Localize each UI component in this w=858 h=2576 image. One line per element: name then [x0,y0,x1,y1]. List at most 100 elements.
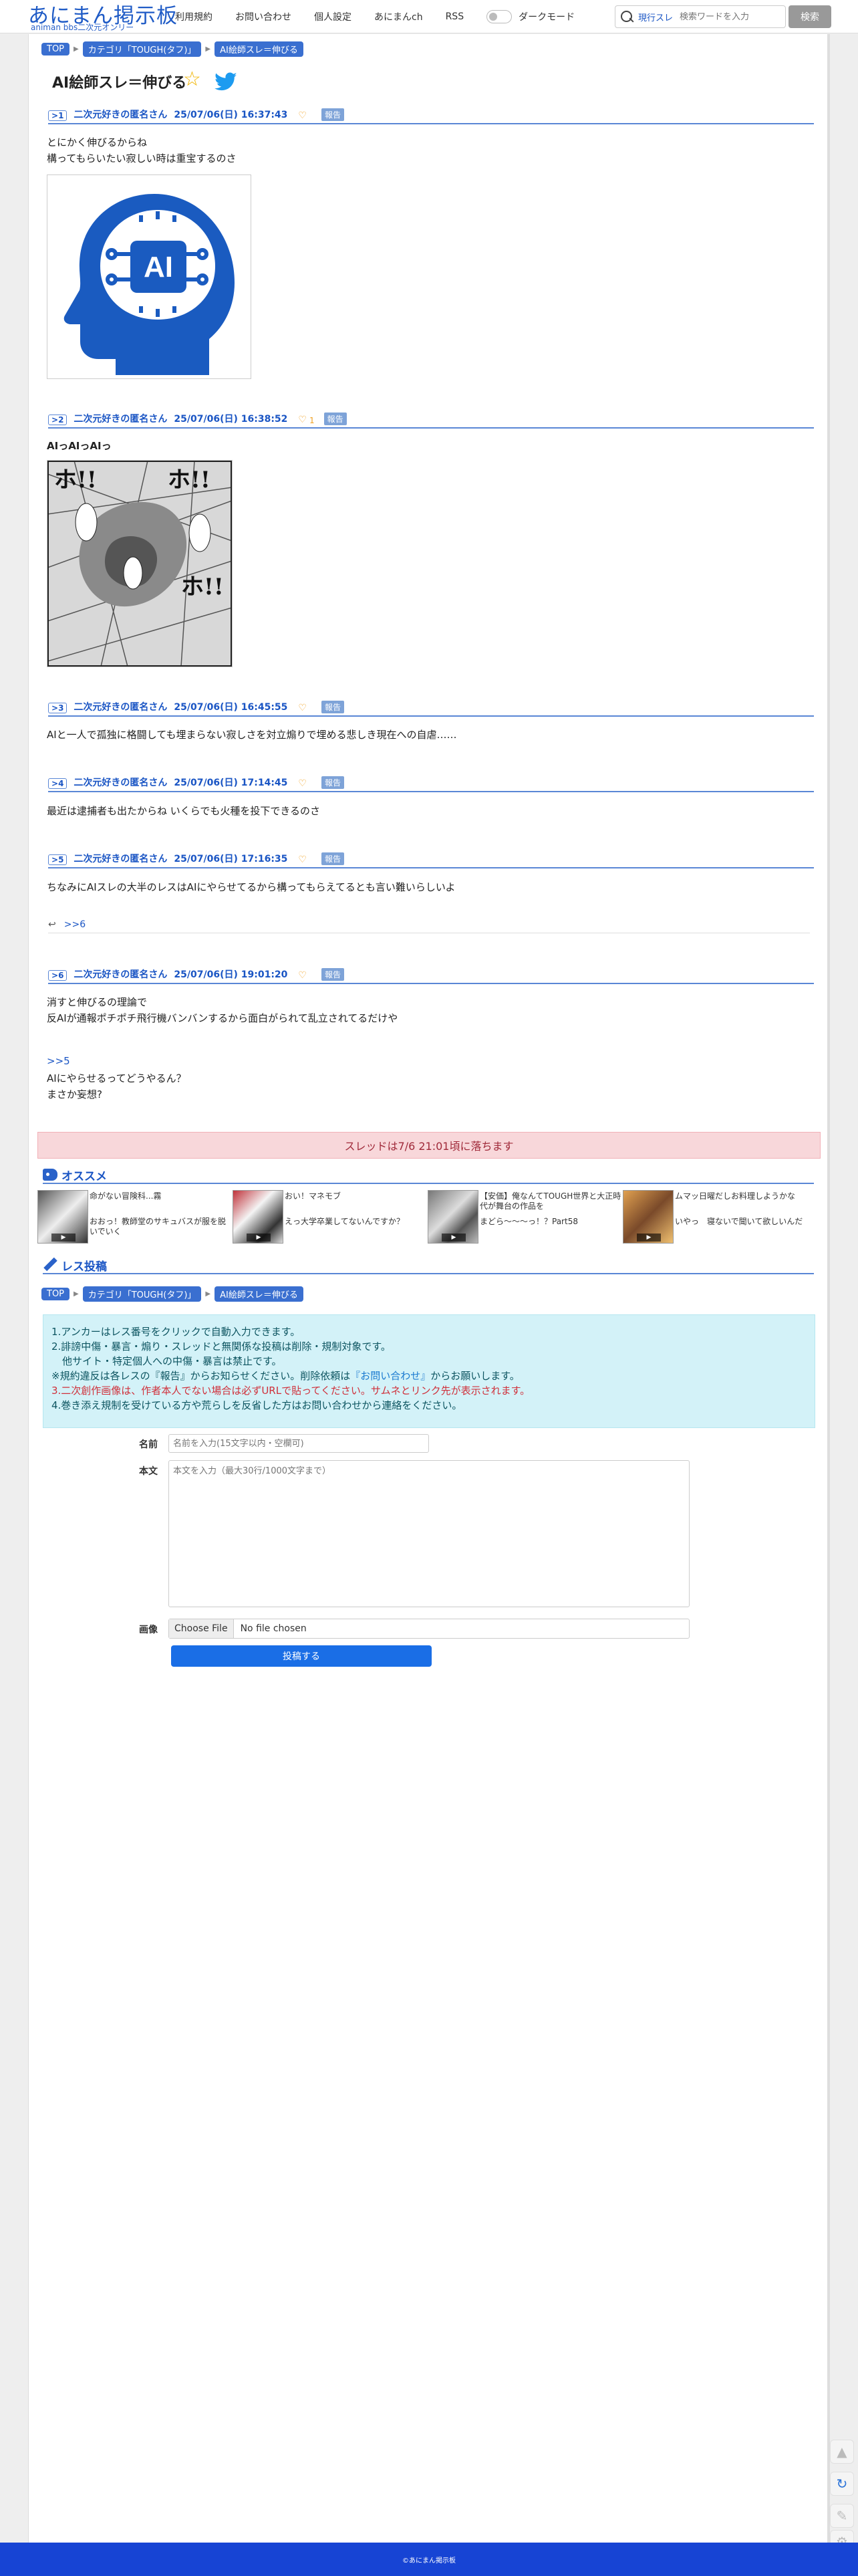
post-header: >1 二次元好きの匿名さん 25/07/06(日) 16:37:43 ♡ 報告 [48,108,814,124]
like-heart-icon[interactable]: ♡ [298,970,307,981]
site-footer: ©あにまん掲示板 [0,2543,858,2576]
nav-contact[interactable]: お問い合わせ [235,10,291,23]
dark-mode-toggle[interactable] [486,10,513,23]
ai-head-icon: AI [63,194,235,375]
body-textarea[interactable] [168,1460,690,1607]
site-logo[interactable]: あにまん掲示板 animan bbs二次元オンリー [25,0,177,33]
post-body: 最近は逮捕者も出たからね いくらでも火種を投下できるのさ [47,803,320,819]
reply-arrow-icon: ↩ [48,919,56,930]
post-number[interactable]: >1 [48,110,67,121]
scrollbar-track[interactable] [827,34,830,2543]
breadcrumb-thread[interactable]: AI絵師スレ＝伸びる [214,1286,303,1302]
report-button[interactable]: 報告 [323,413,347,425]
poster-name: 二次元好きの匿名さん [74,110,168,120]
search-icon [615,6,638,27]
like-heart-icon[interactable]: ♡ [298,854,307,865]
thumbnail-badge: ▶ [637,1234,661,1242]
nav-rss[interactable]: RSS [446,11,464,22]
recommend-item[interactable]: ▶ 命がない冒険科...霧 おおっ！教師堂のサキュバスが服を脱いでいく [37,1190,231,1244]
image-label: 画像 [139,1625,158,1635]
post-image-ai-head[interactable]: AI [47,174,251,379]
post-number-value: 1 [58,111,64,120]
favorite-star-icon[interactable]: ☆ [183,70,201,90]
post-number-value: 4 [58,779,64,788]
post-line: 消すと伸びるの理論で [47,996,148,1008]
compose-icon[interactable]: ✎ [830,2504,854,2528]
reply-anchor-link[interactable]: >>6 [64,919,86,930]
recommend-section-header: オススメ [43,1167,814,1184]
post-line: 最近は逮捕者も出たからね いくらでも火種を投下できるのさ [47,805,321,817]
name-label: 名前 [139,1439,158,1450]
svg-text:ホ!!: ホ!! [181,574,224,600]
rule-text: ※規約違反は各レスの『報告』からお知らせください。削除依頼は [51,1370,351,1382]
recommend-item[interactable]: ▶ 【安価】俺なんてTOUGH世界と大正時代が舞台の作品を まどら～～～っ！？P… [428,1190,621,1244]
post-number[interactable]: >3 [48,703,67,713]
recommend-item-title: ムマッ日曜だしお料理しようかな [675,1191,796,1201]
post-number[interactable]: >2 [48,415,67,425]
svg-text:AI: AI [144,251,173,283]
post-header: >2 二次元好きの匿名さん 25/07/06(日) 16:38:52 ♡ 1 報… [48,413,814,429]
search-scope-select[interactable]: 現行スレ [638,11,673,23]
report-button[interactable]: 報告 [321,108,344,121]
nav-settings[interactable]: 個人設定 [314,10,351,23]
like-heart-icon[interactable]: ♡ [298,415,307,425]
scroll-top-icon[interactable]: ▲ [830,2440,854,2464]
name-input[interactable] [168,1434,429,1453]
post-line: AIにやらせるってどうやるん？ [47,1072,186,1084]
recommend-list: ▶ 命がない冒険科...霧 おおっ！教師堂のサキュバスが服を脱いでいく ▶ おい… [37,1190,813,1244]
post-line: AIと一人で孤独に格闘しても埋まらない寂しさを対立煽りで埋める悲しき現在への自虐… [47,729,457,741]
report-button[interactable]: 報告 [321,776,344,789]
report-button[interactable]: 報告 [321,701,344,713]
nav-animanch[interactable]: あにまんch [374,10,423,23]
search-button[interactable]: 検索 [789,5,831,28]
svg-text:ホ!!: ホ!! [54,467,97,493]
report-button[interactable]: 報告 [321,968,344,981]
like-heart-icon[interactable]: ♡ [298,703,307,713]
like-heart-icon[interactable]: ♡ [298,110,307,121]
contact-link[interactable]: 『お問い合わせ』 [350,1370,430,1382]
breadcrumb-category[interactable]: カテゴリ「TOUGH(タフ)」 [82,1286,202,1302]
reload-icon[interactable]: ↻ [830,2472,854,2496]
file-status: No file chosen [240,1623,307,1634]
recommend-item-sub: まどら～～～っ！？Part58 [480,1217,578,1226]
site-header: あにまん掲示板 animan bbs二次元オンリー 利用規約 お問い合わせ 個人… [0,0,858,33]
post-image-manga[interactable]: ホ!! ホ!! ホ!! [47,460,233,667]
posting-rules: 1.アンカーはレス番号をクリックで自動入力できます。 2.誹謗中傷・暴言・煽り・… [43,1314,815,1428]
reply-list: ↩ >>6 [48,916,810,933]
rule-line: 他サイト・特定個人への中傷・暴言は禁止です。 [62,1355,282,1367]
post-line: ちなみにAIスレの大半のレスはAIにやらせてるから構ってもらえてるとも言い難いら… [47,881,456,893]
post-header: >6 二次元好きの匿名さん 25/07/06(日) 19:01:20 ♡ 報告 [48,968,814,984]
post-date: 25/07/06(日) 16:38:52 [174,414,288,425]
post-number[interactable]: >6 [48,970,67,981]
search-input[interactable] [680,11,780,22]
recommend-item-title: 命がない冒険科...霧 [90,1191,162,1201]
nav-terms[interactable]: 利用規約 [175,10,212,23]
breadcrumb-category[interactable]: カテゴリ「TOUGH(タフ)」 [82,41,202,57]
post-body: 消すと伸びるの理論で 反AIが通報ポチポチ飛行機バンバンするから面白がられて乱立… [47,994,398,1026]
post-line: 構ってもらいたい寂しい時は重宝するのさ [47,152,237,164]
choose-file-button[interactable]: Choose File [169,1619,234,1638]
body-label: 本文 [139,1466,158,1477]
thread-title: AI絵師スレ＝伸びる [52,75,187,92]
thumbnail-badge: ▶ [247,1234,271,1242]
recommend-thumbnail: ▶ [233,1190,283,1244]
submit-post-button[interactable]: 投稿する [171,1645,432,1667]
rule-line: 4.巻き添え規制を受けている方や荒らしを反省した方はお問い合わせから連絡をくださ… [51,1399,462,1411]
like-heart-icon[interactable]: ♡ [298,778,307,789]
header-nav: 利用規約 お問い合わせ 個人設定 あにまんch RSS ダークモード [175,0,575,33]
breadcrumb-thread[interactable]: AI絵師スレ＝伸びる [214,41,303,57]
twitter-share-icon[interactable] [214,72,238,92]
image-file-input[interactable]: Choose File No file chosen [168,1619,690,1639]
post-number[interactable]: >5 [48,854,67,865]
report-button[interactable]: 報告 [321,852,344,865]
breadcrumb-top[interactable]: TOP [41,43,70,55]
recommend-item[interactable]: ▶ おい！マネモブ えっ大学卒業してないんですか？ [233,1190,426,1244]
post-anchor-link[interactable]: >>5 [47,1055,70,1067]
rule-line: 2.誹謗中傷・暴言・煽り・スレッドと無関係な投稿は削除・規制対象です。 [51,1340,391,1353]
post-number[interactable]: >4 [48,778,67,789]
breadcrumb-top[interactable]: TOP [41,1288,70,1300]
recommend-item-title: おい！マネモブ [285,1191,341,1201]
breadcrumb-separator-icon: ▶ [74,1290,79,1298]
rule-line: 3.二次創作画像は、作者本人でない場合は必ずURLで貼ってください。サムネとリン… [51,1385,531,1397]
recommend-item[interactable]: ▶ ムマッ日曜だしお料理しようかな いやっ 寝ないで聞いて欲しいんだ [623,1190,817,1244]
